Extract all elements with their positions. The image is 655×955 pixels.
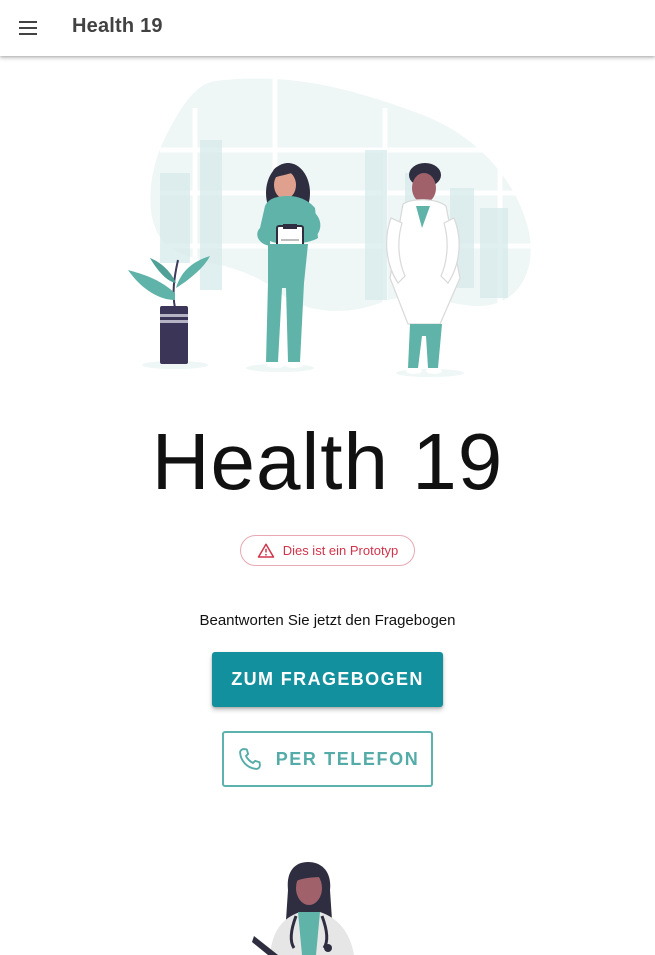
warning-triangle-icon	[257, 542, 275, 560]
hamburger-menu-icon[interactable]	[12, 12, 44, 44]
app-bar: Health 19	[0, 0, 655, 56]
app-title: Health 19	[72, 15, 163, 37]
page-headline: Health 19	[151, 417, 504, 506]
phone-icon	[236, 745, 264, 773]
prototype-notice-badge: Dies ist ein Prototyp	[240, 535, 415, 566]
phone-button-label: PER TELEFON	[275, 748, 420, 769]
medical-staff-illustration	[120, 78, 540, 383]
doctor-illustration	[250, 860, 370, 955]
questionnaire-prompt: Beantworten Sie jetzt den Fragebogen	[199, 612, 456, 629]
prototype-notice-text: Dies ist ein Prototyp	[282, 543, 399, 558]
questionnaire-button[interactable]: ZUM FRAGEBOGEN	[212, 652, 443, 707]
phone-button[interactable]: PER TELEFON	[222, 731, 433, 787]
